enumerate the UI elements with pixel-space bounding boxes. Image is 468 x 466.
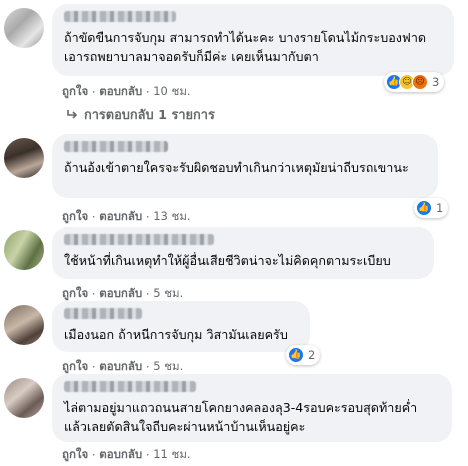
separator-dot: ·: [88, 85, 100, 99]
comment-time[interactable]: 11 ชม.: [153, 446, 190, 464]
separator-dot: ·: [88, 210, 100, 224]
separator-dot: ·: [142, 360, 154, 374]
separator-dot: ·: [142, 287, 154, 301]
like-icon: 👍: [288, 347, 304, 363]
comment-text: ถ้านอ้งเข้าตายใครจะรับผิดชอบทำเกินกว่าเห…: [64, 160, 409, 175]
avatar[interactable]: [4, 230, 44, 270]
avatar[interactable]: [4, 138, 44, 178]
comment-bubble: ใช้หน้าที่เกินเหตุทำให้ผู้อื่นเสียชีวิตน…: [52, 227, 434, 279]
reaction-count: 2: [308, 348, 316, 362]
commenter-name-blurred[interactable]: [64, 308, 142, 319]
like-button[interactable]: ถูกใจ: [62, 208, 88, 226]
comment-text: เมืองนอก ถ้าหนีการจับกุม วิสามันเลยครับ: [64, 327, 288, 342]
reaction-summary[interactable]: 👍 1: [414, 198, 449, 218]
comment-bubble: ถ้านอ้งเข้าตายใครจะรับผิดชอบทำเกินกว่าเห…: [52, 134, 438, 198]
reply-arrow-icon: [67, 109, 78, 119]
separator-dot: ·: [142, 448, 154, 462]
commenter-name-blurred[interactable]: [64, 234, 214, 245]
comment-text: ใช้หน้าที่เกินเหตุทำให้ผู้อื่นเสียชีวิตน…: [64, 253, 391, 268]
avatar[interactable]: [4, 8, 44, 48]
comment-text: ไล่ตามอยู่มาแถวถนนสายโคกยางคลองลุ3-4รอบค…: [64, 400, 418, 434]
separator-dot: ·: [142, 85, 154, 99]
comment-actions: ถูกใจ · ตอบกลับ · 10 ชม.: [62, 83, 191, 101]
like-button[interactable]: ถูกใจ: [62, 446, 88, 464]
reaction-summary[interactable]: 👍 2: [286, 345, 321, 365]
avatar[interactable]: [4, 305, 44, 345]
commenter-name-blurred[interactable]: [64, 381, 196, 392]
like-button[interactable]: ถูกใจ: [62, 83, 88, 101]
avatar[interactable]: [4, 378, 44, 418]
separator-dot: ·: [88, 287, 100, 301]
separator-dot: ·: [88, 448, 100, 462]
separator-dot: ·: [142, 210, 154, 224]
commenter-name-blurred[interactable]: [64, 141, 168, 152]
comment-bubble: ไล่ตามอยู่มาแถวถนนสายโคกยางคลองลุ3-4รอบค…: [52, 374, 452, 442]
separator-dot: ·: [88, 360, 100, 374]
comment-bubble: เมืองนอก ถ้าหนีการจับกุม วิสามันเลยครับ: [52, 301, 310, 352]
angry-icon: ☹: [412, 74, 428, 90]
replies-label: การตอบกลับ 1 รายการ: [84, 108, 215, 123]
comment-time[interactable]: 10 ชม.: [153, 83, 190, 101]
commenter-name-blurred[interactable]: [64, 11, 176, 22]
comment-text: ถ้าขัดขืนการจับกุม สามารถทำได้นะคะ บางรา…: [64, 30, 427, 64]
like-icon: 👍: [416, 200, 432, 216]
comment-actions: ถูกใจ · ตอบกลับ · 13 ชม.: [62, 208, 191, 226]
comment-time[interactable]: 13 ชม.: [153, 208, 190, 226]
comment-bubble: ถ้าขัดขืนการจับกุม สามารถทำได้นะคะ บางรา…: [52, 4, 454, 76]
reaction-count: 1: [436, 201, 444, 215]
reply-button[interactable]: ตอบกลับ: [99, 83, 142, 101]
reaction-count: 3: [432, 75, 440, 89]
reply-button[interactable]: ตอบกลับ: [99, 446, 142, 464]
view-replies-link[interactable]: การตอบกลับ 1 รายการ: [66, 104, 215, 125]
reply-button[interactable]: ตอบกลับ: [99, 208, 142, 226]
reaction-summary[interactable]: 👍 ☺ ☹ 3: [384, 72, 445, 92]
comment-actions: ถูกใจ · ตอบกลับ · 11 ชม.: [62, 446, 191, 464]
